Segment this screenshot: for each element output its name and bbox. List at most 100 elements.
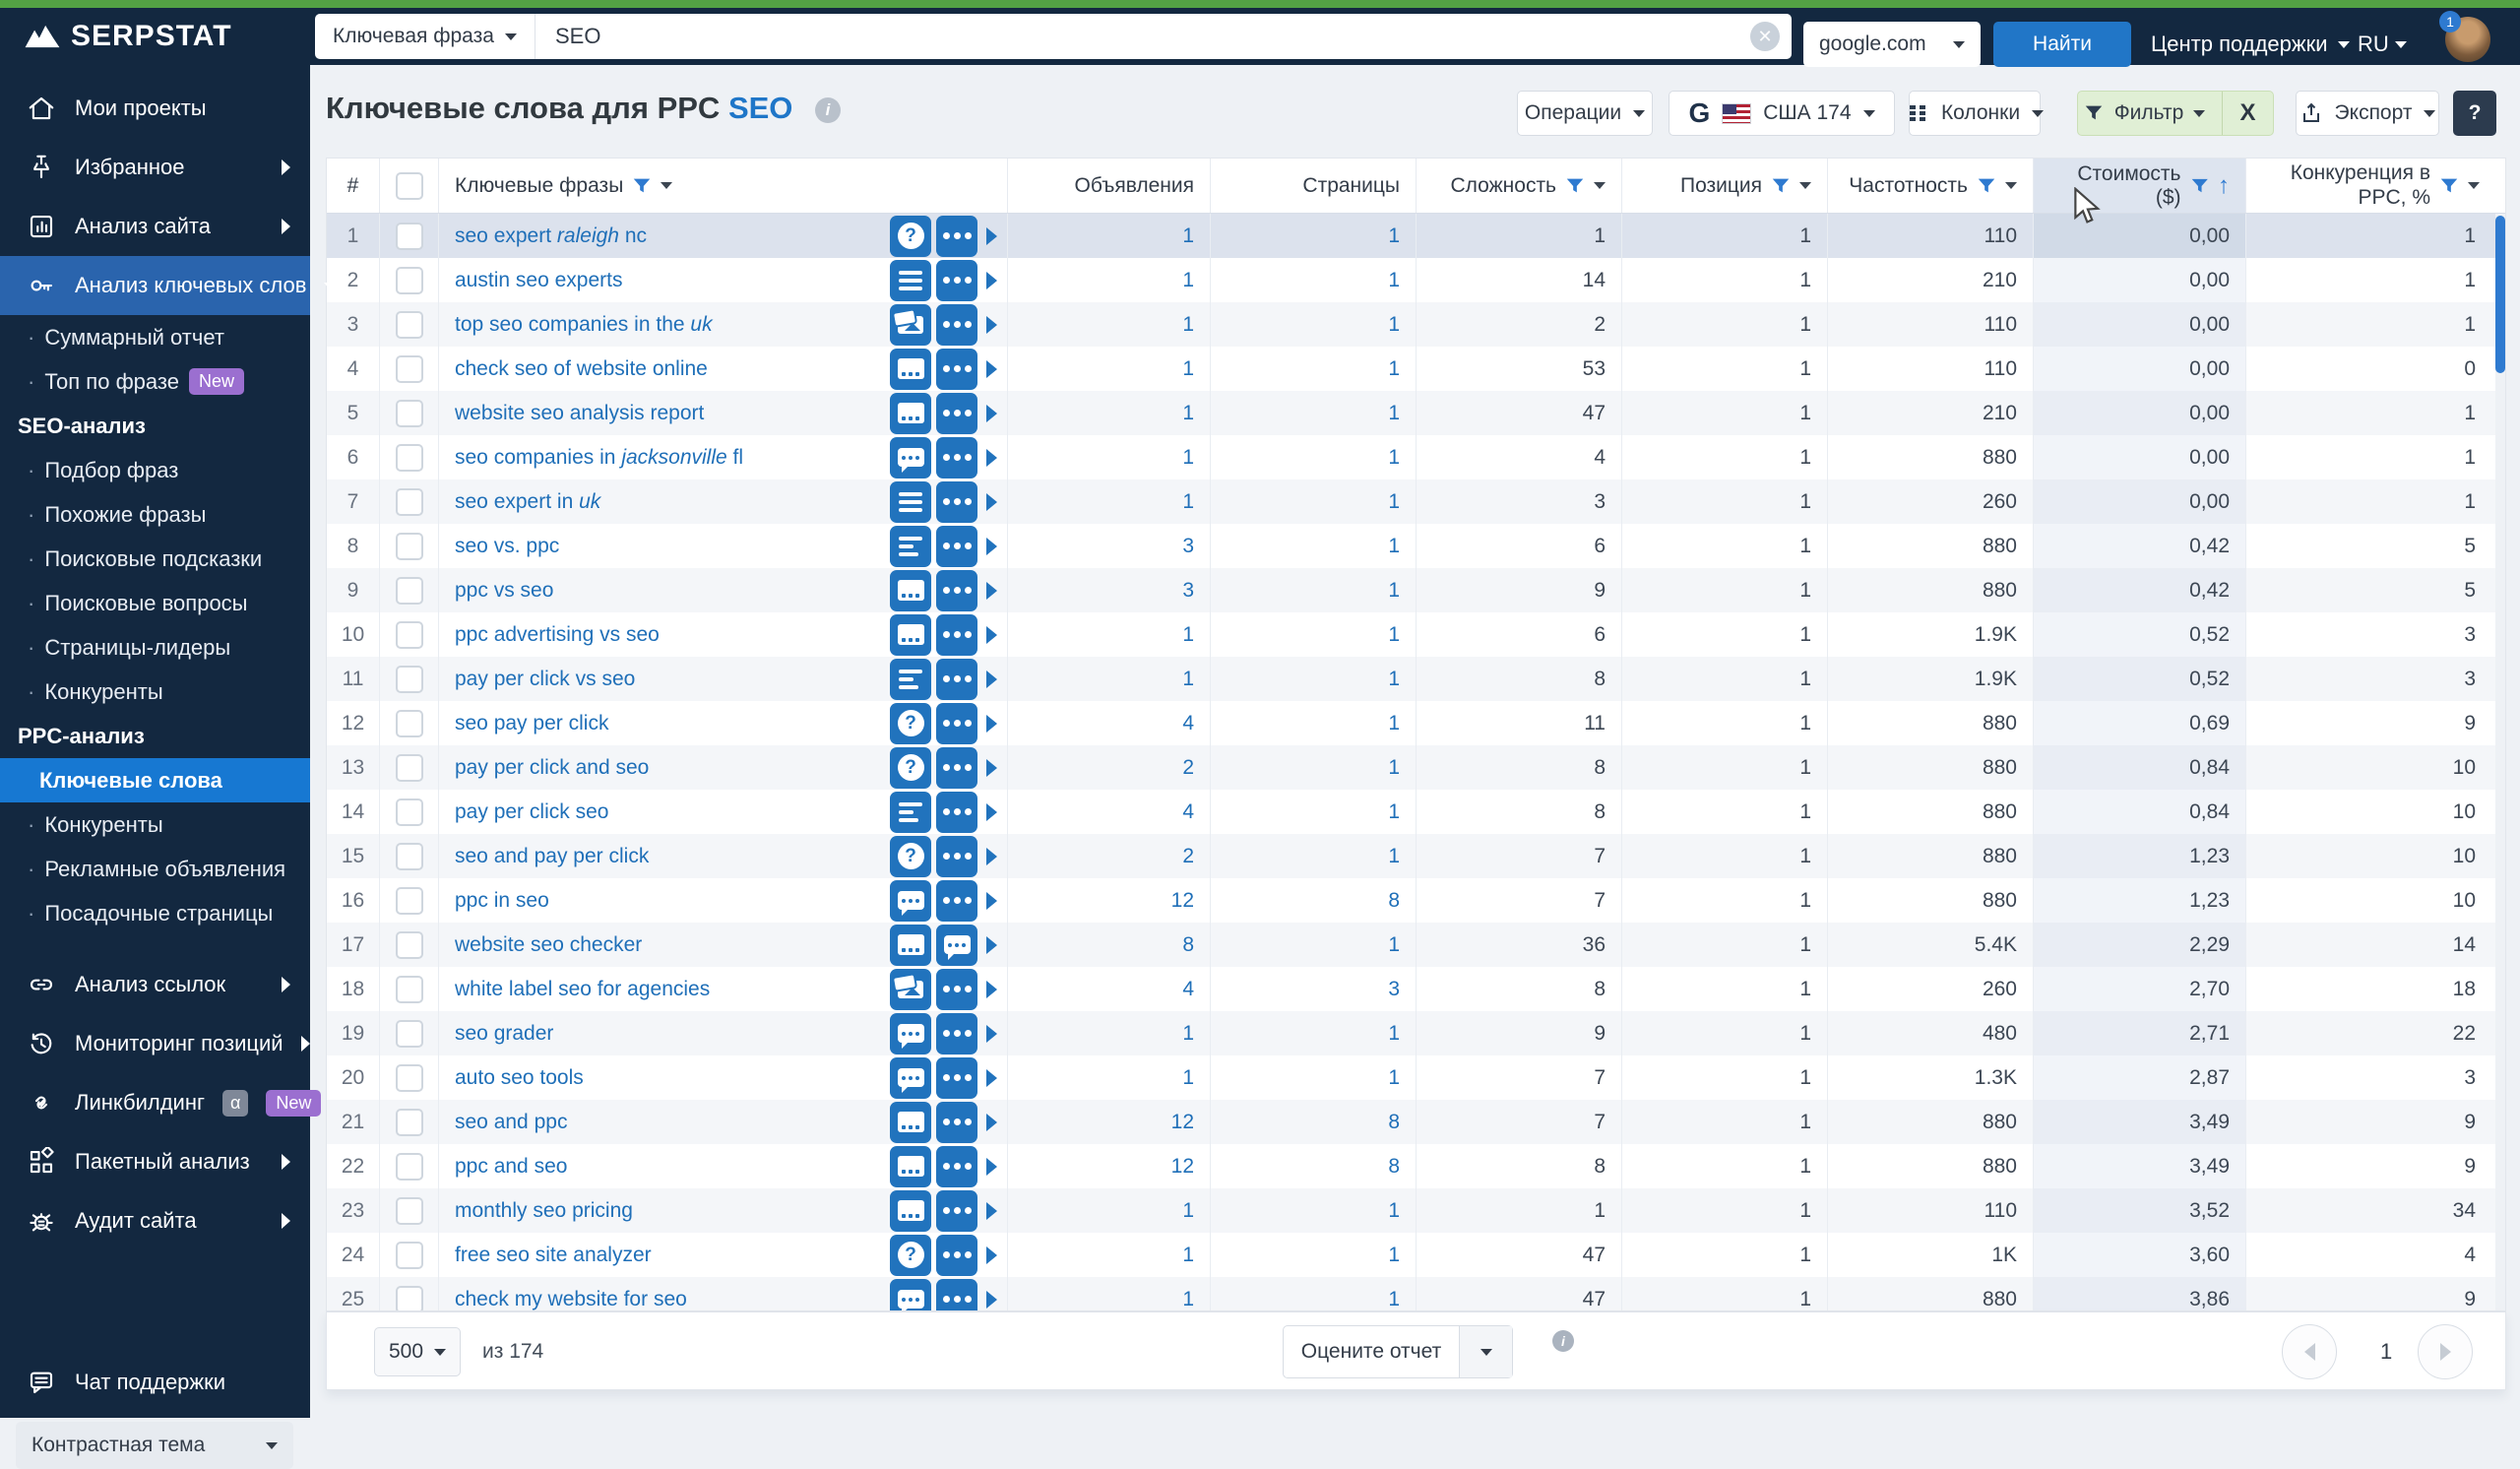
filter-icon[interactable]: [2438, 175, 2460, 197]
ads-count-link[interactable]: 2: [1182, 845, 1194, 868]
keyword-link[interactable]: ppc in seo: [455, 889, 549, 913]
sidebar-item-my-projects[interactable]: Мои проекты: [0, 79, 310, 138]
ads-count-link[interactable]: 1: [1182, 490, 1194, 514]
keyword-link[interactable]: ppc vs seo: [455, 579, 553, 603]
row-checkbox[interactable]: [396, 1109, 423, 1136]
sidebar-item-rank-tracking[interactable]: Мониторинг позиций: [0, 1014, 310, 1073]
browser-icon[interactable]: [890, 614, 931, 656]
row-checkbox[interactable]: [396, 754, 423, 782]
ads-count-link[interactable]: 12: [1171, 1155, 1194, 1179]
row-checkbox[interactable]: [396, 931, 423, 959]
chevron-down-icon[interactable]: [661, 182, 672, 189]
pages-count-link[interactable]: 1: [1388, 1066, 1400, 1090]
pages-count-link[interactable]: 1: [1388, 623, 1400, 647]
dots-icon[interactable]: [936, 1146, 977, 1187]
browser-icon[interactable]: [890, 393, 931, 434]
sidebar-item-keyword-analysis[interactable]: Анализ ключевых слов: [0, 256, 310, 315]
col-header-pages[interactable]: Страницы: [1211, 159, 1417, 213]
dots-icon[interactable]: [936, 216, 977, 257]
sidebar-item-keywords[interactable]: Ключевые слова: [0, 758, 310, 802]
keyword-link[interactable]: monthly seo pricing: [455, 1199, 633, 1223]
pages-count-link[interactable]: 1: [1388, 490, 1400, 514]
ads-count-link[interactable]: 1: [1182, 313, 1194, 337]
dots-icon[interactable]: [936, 1013, 977, 1054]
pages-count-link[interactable]: 1: [1388, 712, 1400, 735]
ads-count-link[interactable]: 1: [1182, 1066, 1194, 1090]
chevron-down-icon[interactable]: [1799, 182, 1811, 189]
dots-icon[interactable]: [936, 880, 977, 922]
keyword-link[interactable]: ppc advertising vs seo: [455, 623, 660, 647]
pages-count-link[interactable]: 1: [1388, 1022, 1400, 1046]
expand-row-icon[interactable]: [986, 1114, 997, 1131]
dots-icon[interactable]: [936, 349, 977, 390]
row-checkbox[interactable]: [396, 533, 423, 560]
help-icon[interactable]: ?: [890, 836, 931, 877]
dots-icon[interactable]: [936, 437, 977, 479]
row-checkbox[interactable]: [396, 621, 423, 649]
chat-icon[interactable]: [890, 1279, 931, 1312]
ads-count-link[interactable]: 1: [1182, 1288, 1194, 1311]
language-menu[interactable]: RU: [2358, 22, 2407, 67]
chevron-down-icon[interactable]: [2468, 182, 2480, 189]
keyword-link[interactable]: austin seo experts: [455, 269, 622, 292]
keyword-link[interactable]: pay per click vs seo: [455, 668, 635, 691]
sidebar-item-competitors-seo[interactable]: ·Конкуренты: [0, 670, 310, 714]
filter-icon[interactable]: [1976, 175, 1997, 197]
row-checkbox[interactable]: [396, 488, 423, 516]
browser-icon[interactable]: [890, 349, 931, 390]
support-center-menu[interactable]: Центр поддержки: [2151, 22, 2350, 67]
ads-count-link[interactable]: 1: [1182, 269, 1194, 292]
rate-report-button[interactable]: Оцените отчет: [1283, 1325, 1513, 1378]
expand-row-icon[interactable]: [986, 316, 997, 334]
pages-count-link[interactable]: 1: [1388, 402, 1400, 425]
search-button[interactable]: Найти: [1993, 22, 2131, 67]
ads-count-link[interactable]: 1: [1182, 224, 1194, 248]
col-header-competition[interactable]: Конкуренция в PPC, %: [2246, 159, 2495, 213]
expand-row-icon[interactable]: [986, 360, 997, 378]
operations-button[interactable]: Операции: [1517, 91, 1653, 136]
ads-count-link[interactable]: 1: [1182, 402, 1194, 425]
filter-icon[interactable]: [1564, 175, 1586, 197]
row-checkbox[interactable]: [396, 976, 423, 1003]
dots-icon[interactable]: [936, 614, 977, 656]
chat-icon[interactable]: [890, 437, 931, 479]
pages-count-link[interactable]: 1: [1388, 269, 1400, 292]
dots-icon[interactable]: [936, 1279, 977, 1312]
keyword-link[interactable]: seo companies in jacksonville fl: [455, 446, 743, 470]
ads-count-link[interactable]: 1: [1182, 357, 1194, 381]
expand-row-icon[interactable]: [986, 1069, 997, 1087]
filter-icon[interactable]: [1770, 175, 1792, 197]
sidebar-item-landing-pages[interactable]: ·Посадочные страницы: [0, 891, 310, 935]
pages-count-link[interactable]: 1: [1388, 579, 1400, 603]
pages-count-link[interactable]: 8: [1388, 889, 1400, 913]
avatar[interactable]: 1: [2445, 17, 2490, 62]
keyword-link[interactable]: seo grader: [455, 1022, 553, 1046]
expand-row-icon[interactable]: [986, 582, 997, 600]
export-button[interactable]: Экспорт: [2296, 91, 2439, 136]
col-header-difficulty[interactable]: Сложность: [1417, 159, 1622, 213]
row-checkbox[interactable]: [396, 666, 423, 693]
ads-count-link[interactable]: 1: [1182, 623, 1194, 647]
ads-count-link[interactable]: 1: [1182, 1022, 1194, 1046]
pagination-next-button[interactable]: [2418, 1324, 2473, 1379]
row-checkbox[interactable]: [396, 1197, 423, 1225]
dots-icon[interactable]: [936, 481, 977, 523]
chat-icon[interactable]: [890, 880, 931, 922]
sidebar-item-search-questions[interactable]: ·Поисковые вопросы: [0, 581, 310, 625]
images-icon[interactable]: [890, 304, 931, 346]
keyword-link[interactable]: check seo of website online: [455, 357, 708, 381]
expand-row-icon[interactable]: [986, 981, 997, 998]
dots-icon[interactable]: [936, 836, 977, 877]
ads-count-link[interactable]: 12: [1171, 1111, 1194, 1134]
pages-count-link[interactable]: 1: [1388, 756, 1400, 780]
menu-icon[interactable]: [890, 481, 931, 523]
pages-count-link[interactable]: 1: [1388, 800, 1400, 824]
row-checkbox[interactable]: [396, 400, 423, 427]
expand-row-icon[interactable]: [986, 936, 997, 954]
ads-count-link[interactable]: 1: [1182, 1244, 1194, 1267]
keyword-link[interactable]: seo and ppc: [455, 1111, 567, 1134]
expand-row-icon[interactable]: [986, 671, 997, 688]
menu-icon[interactable]: [890, 260, 931, 301]
sidebar-item-top-by-phrase[interactable]: ·Топ по фразеNew: [0, 359, 310, 404]
col-header-frequency[interactable]: Частотность: [1828, 159, 2034, 213]
